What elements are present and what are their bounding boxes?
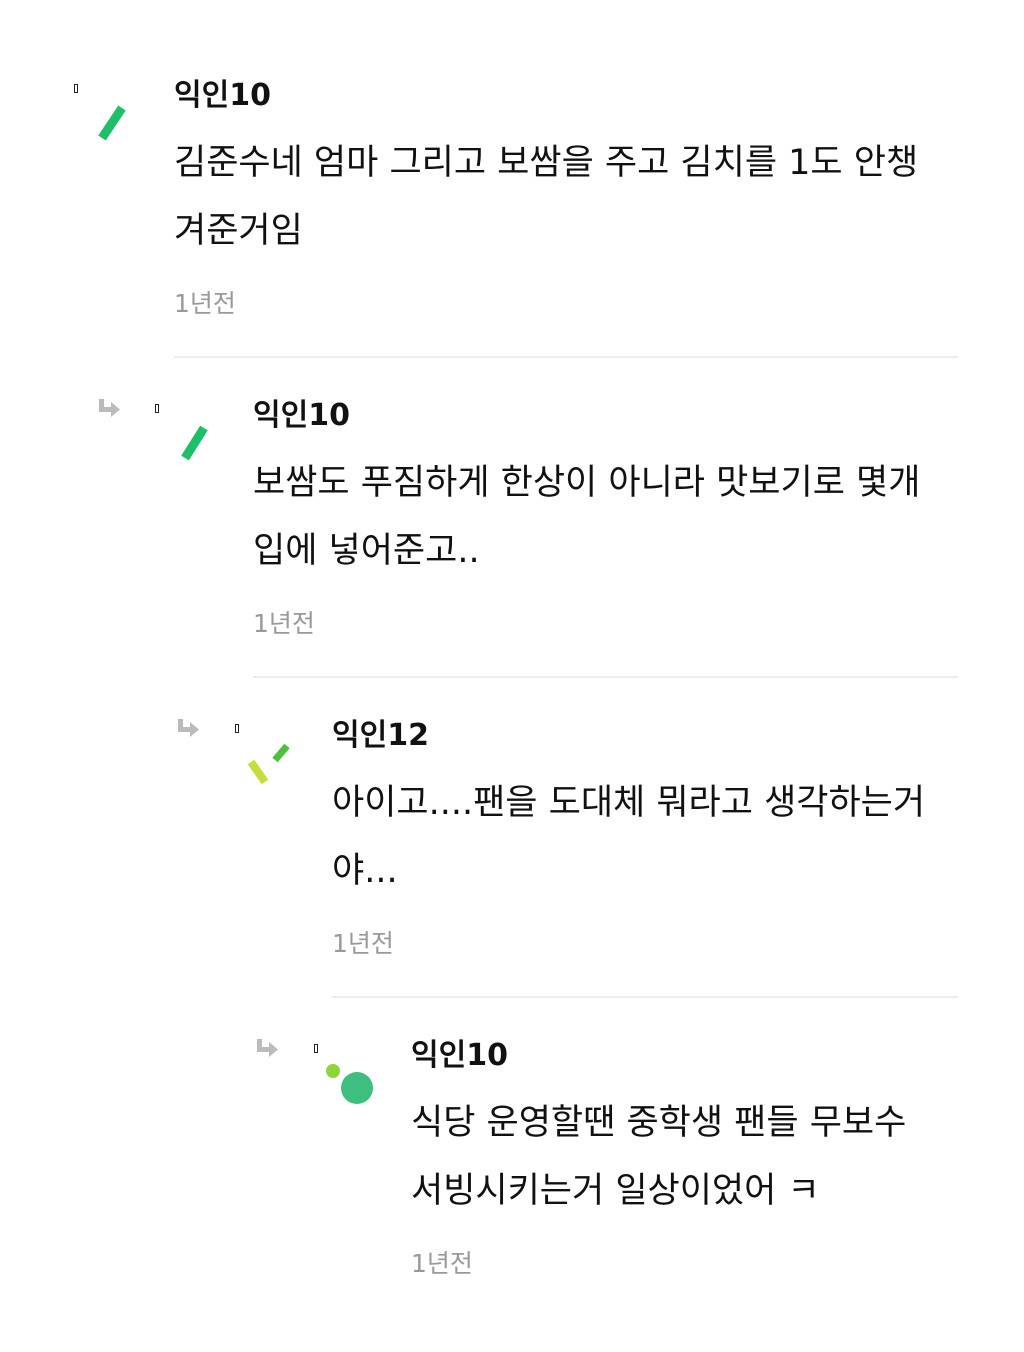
comment-author[interactable]: 익인10 bbox=[174, 78, 271, 114]
comment-author[interactable]: 익인10 bbox=[253, 398, 350, 434]
reply-arrow-icon bbox=[178, 719, 199, 737]
comment-divider bbox=[174, 356, 958, 358]
comment-time: 1년전 bbox=[253, 609, 315, 638]
avatar[interactable] bbox=[229, 718, 309, 798]
green-dash-avatar-icon bbox=[98, 105, 126, 141]
reply-arrow-icon bbox=[257, 1039, 278, 1057]
comment-time: 1년전 bbox=[411, 1249, 473, 1278]
green-dots-avatar-icon bbox=[326, 1064, 373, 1104]
comment-author[interactable]: 익인10 bbox=[411, 1038, 508, 1074]
comment-body: 보쌈도 푸짐하게 한상이 아니라 맛보기로 몇개 입에 넣어준고.. bbox=[253, 463, 921, 571]
avatar[interactable] bbox=[70, 78, 150, 158]
comment-body: 식당 운영할땐 중학생 팬들 무보수 서빙시키는거 일상이었어 ㅋ bbox=[411, 1103, 907, 1211]
avatar[interactable] bbox=[308, 1038, 388, 1118]
comment-divider bbox=[253, 676, 958, 678]
reply-arrow-icon bbox=[99, 399, 120, 417]
yellow-green-dashes-avatar-icon bbox=[247, 743, 290, 785]
comment-divider bbox=[332, 996, 958, 998]
comment-body: 김준수네 엄마 그리고 보쌈을 주고 김치를 1도 안챙 겨준거임 bbox=[174, 143, 919, 251]
green-dash-avatar-icon bbox=[181, 425, 208, 461]
comment-author[interactable]: 익인12 bbox=[332, 718, 429, 754]
comment-time: 1년전 bbox=[332, 929, 394, 958]
comment-body: 아이고....팬을 도대체 뭐라고 생각하는거 야... bbox=[332, 783, 926, 891]
avatar[interactable] bbox=[150, 398, 230, 478]
comment-time: 1년전 bbox=[174, 289, 236, 318]
